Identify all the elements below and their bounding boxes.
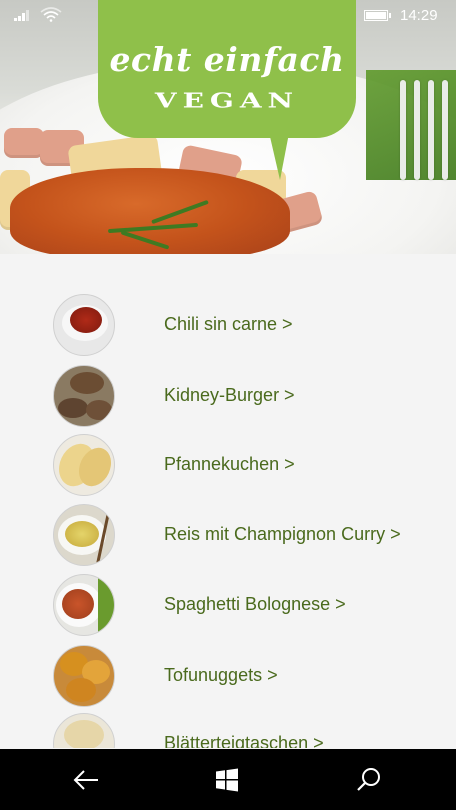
recipe-label: Spaghetti Bolognese > [164, 594, 346, 614]
windows-logo-icon [216, 768, 238, 791]
pasta-piece [4, 128, 44, 158]
recipe-label: Pfannekuchen > [164, 454, 295, 474]
recipe-label: Blätterteigtaschen > [164, 733, 324, 748]
recipe-thumbnail [53, 645, 115, 707]
clock: 14:29 [400, 7, 438, 24]
navigation-bar [0, 749, 456, 810]
recipe-label: Tofunuggets > [164, 665, 278, 685]
recipe-label: Kidney-Burger > [164, 385, 295, 405]
recipe-thumbnail [53, 294, 115, 356]
recipe-thumbnail [53, 504, 115, 566]
back-button[interactable] [46, 749, 126, 810]
signal-icon [14, 9, 32, 21]
recipe-label: Chili sin carne > [164, 314, 293, 334]
logo-bubble-tail [268, 128, 290, 180]
list-item[interactable]: Spaghetti Bolognese > [0, 574, 456, 638]
recipe-thumbnail [53, 713, 115, 748]
fork-tine [442, 80, 448, 180]
list-item[interactable]: Reis mit Champignon Curry > [0, 504, 456, 568]
recipe-label: Reis mit Champignon Curry > [164, 524, 401, 544]
list-item[interactable]: Tofunuggets > [0, 645, 456, 709]
back-arrow-icon [73, 769, 98, 790]
recipe-thumbnail [53, 434, 115, 496]
recipe-thumbnail [53, 365, 115, 427]
logo-text-line2: VEGAN [154, 88, 300, 113]
recipe-thumbnail [53, 574, 115, 636]
search-icon [357, 767, 380, 791]
list-item[interactable]: Chili sin carne > [0, 294, 456, 358]
fork-tine [414, 80, 420, 180]
wifi-icon [40, 7, 62, 22]
search-button[interactable] [329, 749, 409, 810]
home-button[interactable] [187, 749, 267, 810]
fork-tine [400, 80, 406, 180]
list-item[interactable]: Kidney-Burger > [0, 365, 456, 429]
recipe-list: Chili sin carne > Kidney-Burger > Pfanne… [0, 286, 456, 748]
list-item[interactable]: Blätterteigtaschen > [0, 713, 456, 748]
fork-tine [428, 80, 434, 180]
status-bar: 14:29 [0, 0, 456, 32]
logo-text-line1: echt einfach [109, 40, 345, 79]
battery-icon [364, 10, 391, 21]
list-item[interactable]: Pfannekuchen > [0, 434, 456, 498]
